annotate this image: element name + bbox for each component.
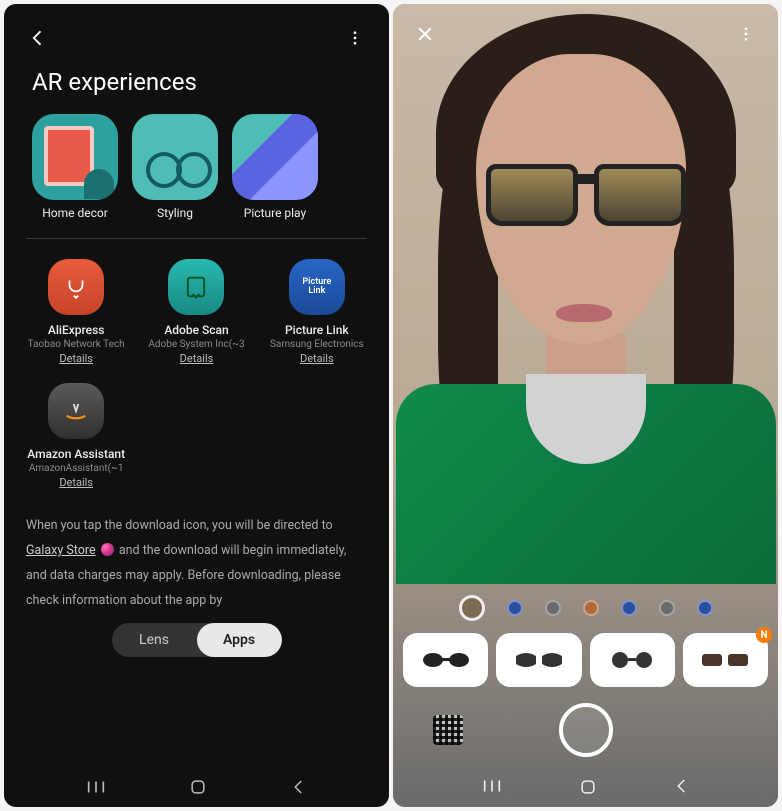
color-selector	[459, 591, 713, 623]
qr-thumbnail[interactable]	[433, 715, 463, 745]
app-name: Picture Link	[285, 323, 349, 337]
frame-option-1[interactable]	[403, 633, 488, 687]
app-details-link[interactable]: Details	[59, 352, 93, 365]
tab-apps[interactable]: Apps	[197, 623, 282, 657]
nav-home-button[interactable]	[578, 777, 598, 797]
app-grid: AliExpress Taobao Network Tech Details A…	[4, 257, 389, 501]
tab-lens[interactable]: Lens	[112, 623, 197, 657]
app-card-adobe-scan[interactable]: Adobe Scan Adobe System Inc(~3 Details	[138, 257, 254, 377]
nav-recents-button[interactable]	[85, 778, 107, 796]
nav-back-button[interactable]	[290, 778, 308, 796]
ar-card-home-decor[interactable]: Home decor	[32, 114, 118, 220]
galaxy-store-icon	[101, 543, 114, 556]
color-option-7[interactable]	[697, 600, 713, 616]
galaxy-store-link[interactable]: Galaxy Store	[26, 543, 96, 558]
color-option-2[interactable]	[507, 600, 523, 616]
frame-option-2[interactable]	[496, 633, 581, 687]
ar-card-label: Home decor	[42, 206, 108, 220]
nav-recents-button[interactable]	[481, 777, 503, 797]
shutter-button[interactable]	[559, 703, 613, 757]
back-button[interactable]	[22, 22, 54, 54]
frame-option-3[interactable]	[590, 633, 675, 687]
app-subtitle: Adobe System Inc(~3	[148, 339, 244, 350]
divider	[26, 238, 367, 239]
nav-back-button[interactable]	[673, 777, 691, 797]
color-option-4[interactable]	[583, 600, 599, 616]
app-details-link[interactable]: Details	[59, 476, 93, 489]
frame-option-4[interactable]: N	[683, 633, 768, 687]
color-option-3[interactable]	[545, 600, 561, 616]
picture-link-icon: PictureLink	[289, 259, 345, 315]
home-decor-icon	[32, 114, 118, 200]
color-option-6[interactable]	[659, 600, 675, 616]
amazon-assistant-icon	[48, 383, 104, 439]
ar-card-label: Picture play	[244, 206, 306, 220]
app-subtitle: Samsung Electronics	[270, 339, 364, 350]
ar-card-picture-play[interactable]: Picture play	[232, 114, 318, 220]
system-navbar	[403, 771, 768, 799]
more-options-button[interactable]	[339, 22, 371, 54]
info-prefix: When you tap the download icon, you will…	[26, 518, 333, 533]
app-subtitle: Taobao Network Tech	[28, 339, 125, 350]
ar-card-styling[interactable]: Styling	[132, 114, 218, 220]
frame-selector: N	[403, 633, 768, 687]
ar-experiences-screen: AR experiences Home decor Styling Pictur…	[4, 4, 389, 807]
close-button[interactable]	[411, 20, 439, 48]
new-badge: N	[756, 627, 772, 643]
app-name: Adobe Scan	[164, 323, 228, 337]
color-option-1[interactable]	[459, 595, 485, 621]
adobe-scan-icon	[168, 259, 224, 315]
app-name: Amazon Assistant	[27, 447, 125, 461]
nav-home-button[interactable]	[188, 777, 208, 797]
system-navbar	[4, 765, 389, 807]
app-details-link[interactable]: Details	[180, 352, 214, 365]
ar-card-label: Styling	[157, 206, 193, 220]
app-details-link[interactable]: Details	[300, 352, 334, 365]
color-option-5[interactable]	[621, 600, 637, 616]
ar-experiences-row: Home decor Styling Picture play	[4, 114, 389, 238]
ar-sunglasses-overlay	[486, 164, 686, 234]
aliexpress-icon	[48, 259, 104, 315]
page-title: AR experiences	[4, 60, 389, 114]
app-card-amazon-assistant[interactable]: Amazon Assistant AmazonAssistant(~1 Deta…	[18, 381, 134, 501]
mode-segmented-control: Lens Apps	[112, 623, 282, 657]
more-options-button[interactable]	[732, 20, 760, 48]
download-info-text: When you tap the download icon, you will…	[4, 501, 389, 623]
app-card-aliexpress[interactable]: AliExpress Taobao Network Tech Details	[18, 257, 134, 377]
styling-icon	[132, 114, 218, 200]
app-card-picture-link[interactable]: PictureLink Picture Link Samsung Electro…	[259, 257, 375, 377]
app-subtitle: AmazonAssistant(~1	[29, 463, 124, 474]
picture-play-icon	[232, 114, 318, 200]
ar-tryon-screen: N	[393, 4, 778, 807]
app-name: AliExpress	[48, 323, 105, 337]
